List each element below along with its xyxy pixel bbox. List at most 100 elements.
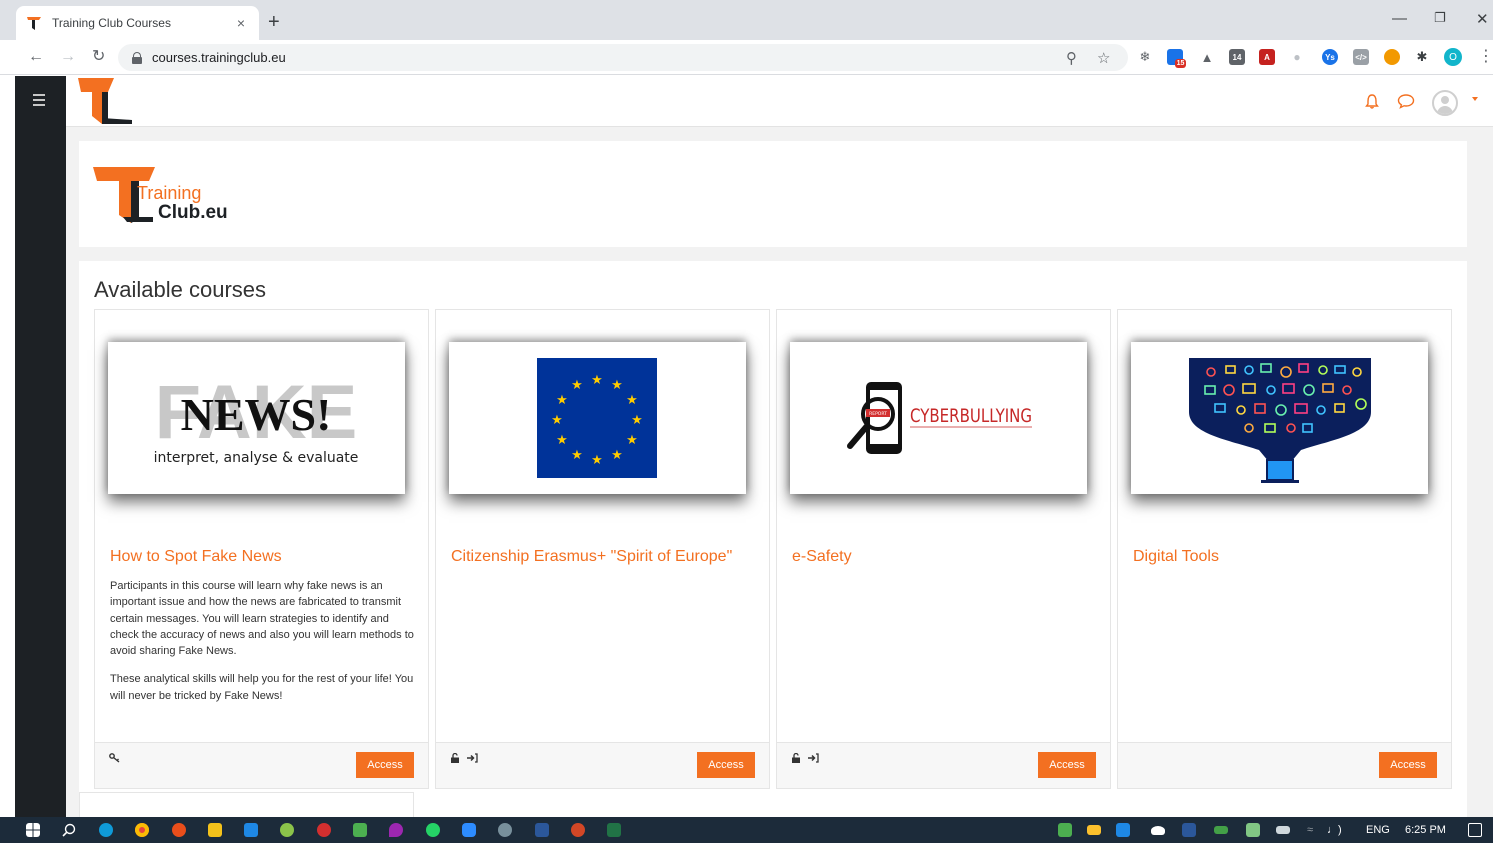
tray-word-icon[interactable] [1182,823,1196,837]
omnibox[interactable]: courses.trainingclub.eu ⚲ ☆ [118,44,1128,71]
fake-news-illustration: FAKE NEWS! interpret, analyse & evaluate [154,370,359,466]
trainingclub-logo[interactable]: Training Club.eu [93,165,233,225]
whatsapp-icon[interactable] [426,823,440,837]
paint-icon[interactable] [280,823,294,837]
logo-text-training: Training [137,183,201,203]
cyberbullying-illustration: REPORT CYBERBULLYING [847,382,1032,454]
forward-icon[interactable]: → [60,48,76,66]
svg-text:★: ★ [571,448,583,463]
course-image-citizenship[interactable]: ★ ★ ★ ★ ★ ★ ★ ★ ★ ★ ★ ★ [449,342,746,494]
access-button[interactable]: Access [697,752,755,778]
calculator-icon[interactable] [353,823,367,837]
app-icon-generic[interactable] [498,823,512,837]
minimize-icon[interactable]: — [1392,10,1407,27]
tab-close-icon[interactable]: × [233,15,249,31]
messages-icon[interactable] [1397,93,1415,109]
ys-extension-icon[interactable]: Ys [1322,49,1338,65]
tray-shield-icon[interactable] [1058,823,1072,837]
notification-bell-icon[interactable] [1365,93,1379,109]
tray-wifi-icon[interactable]: ≈ [1307,824,1313,836]
svg-text:★: ★ [631,413,643,428]
sign-in-icon [466,753,478,763]
drop-app-icon[interactable] [389,823,403,837]
grey-extension-icon[interactable]: ● [1289,49,1305,65]
tab-title: Training Club Courses [52,16,171,30]
word-icon[interactable] [535,823,549,837]
course-image-digital-tools[interactable] [1131,342,1428,494]
window-close-icon[interactable]: ✕ [1476,10,1489,28]
zoom-icon[interactable]: ⚲ [1066,49,1077,67]
news-word: NEWS! [181,389,332,440]
course-title[interactable]: e-Safety [792,547,1097,566]
svg-text:★: ★ [626,433,638,448]
svg-text:★: ★ [551,413,563,428]
course-title[interactable]: How to Spot Fake News [110,547,415,566]
powerpoint-icon[interactable] [571,823,585,837]
url-text: courses.trainingclub.eu [152,50,286,65]
windows-start-icon[interactable] [26,823,40,837]
course-image-fake-news[interactable]: FAKE NEWS! interpret, analyse & evaluate [108,342,405,494]
available-courses-section: Available courses FAKE NEWS! interpret, … [79,261,1467,817]
course-title[interactable]: Digital Tools [1133,547,1438,566]
back-icon[interactable]: ← [28,48,44,66]
excel-icon[interactable] [607,823,621,837]
browser-tab[interactable]: Training Club Courses × [16,6,259,40]
reload-icon[interactable]: ↻ [92,48,105,66]
access-button[interactable]: Access [1038,752,1096,778]
file-explorer-icon[interactable] [208,823,222,837]
tray-power-icon[interactable] [1276,826,1290,834]
top-navbar [66,76,1493,127]
new-tab-icon[interactable]: + [268,12,280,32]
snip-icon[interactable] [317,823,331,837]
course-title[interactable]: Citizenship Erasmus+ "Spirit of Europe" [451,547,756,566]
logo-text-club: Club.eu [158,202,228,223]
extensions-puzzle-icon[interactable]: ✱ [1414,49,1430,65]
pdf-extension-icon[interactable]: A [1259,49,1275,65]
snowflake-extension-icon[interactable]: ❄ [1137,49,1153,65]
profile-avatar[interactable]: O [1444,48,1462,66]
zoom-app-icon[interactable] [462,823,476,837]
hamburger-menu-icon[interactable] [33,94,45,109]
tray-cloud-icon[interactable] [1151,826,1165,835]
chrome-menu-icon[interactable]: ⋮ [1478,48,1493,66]
user-menu-caret-icon[interactable] [1472,97,1478,101]
orange-extension-icon[interactable] [1384,49,1400,65]
language-indicator[interactable]: ENG [1366,824,1390,836]
user-avatar[interactable] [1432,90,1458,116]
tray-mail-icon[interactable] [1087,825,1101,835]
edge-icon[interactable] [99,823,113,837]
svg-text:★: ★ [591,373,603,388]
drive-extension-icon[interactable]: ▲ [1199,49,1215,65]
course-card-citizenship: ★ ★ ★ ★ ★ ★ ★ ★ ★ ★ ★ ★ Citizenship Erasmus+ "Sp… [435,309,770,789]
firefox-icon[interactable] [172,823,186,837]
svg-text:★: ★ [626,393,638,408]
access-button[interactable]: Access [1379,752,1437,778]
course-card-digital-tools: Digital Tools Access [1117,309,1452,789]
section-title: Available courses [94,277,267,302]
access-button[interactable]: Access [356,752,414,778]
tray-volume-icon[interactable]: ♩) [1327,824,1342,836]
date-extension-icon[interactable]: 14 [1229,49,1245,65]
course-image-esafety[interactable]: REPORT CYBERBULLYING [790,342,1087,494]
fake-news-caption: interpret, analyse & evaluate [154,450,359,466]
clock[interactable]: 6:25 PM [1405,824,1446,836]
search-icon[interactable] [62,823,76,837]
course-card-footer: Access [1118,742,1451,788]
svg-text:★: ★ [556,393,568,408]
course-card-esafety: REPORT CYBERBULLYING e-Safety Access [776,309,1111,789]
outlook-icon[interactable] [244,823,258,837]
restore-icon[interactable]: ❐ [1434,10,1446,26]
key-icon [109,753,120,763]
site-logo-icon[interactable] [78,76,138,126]
notification-center-icon[interactable] [1468,823,1482,837]
chrome-icon[interactable] [135,823,149,837]
tray-outlook-icon[interactable] [1116,823,1130,837]
tray-security-icon[interactable] [1246,823,1260,837]
code-extension-icon[interactable]: </> [1353,49,1369,65]
course-card-footer: Access [777,742,1110,788]
guest-access-icons [791,752,819,766]
bookmark-star-icon[interactable]: ☆ [1097,49,1110,67]
tray-battery-icon[interactable] [1214,826,1228,834]
windows-taskbar: ≈ ♩) ENG 6:25 PM [0,817,1493,843]
course-description-p2: These analytical skills will help you fo… [110,673,414,702]
